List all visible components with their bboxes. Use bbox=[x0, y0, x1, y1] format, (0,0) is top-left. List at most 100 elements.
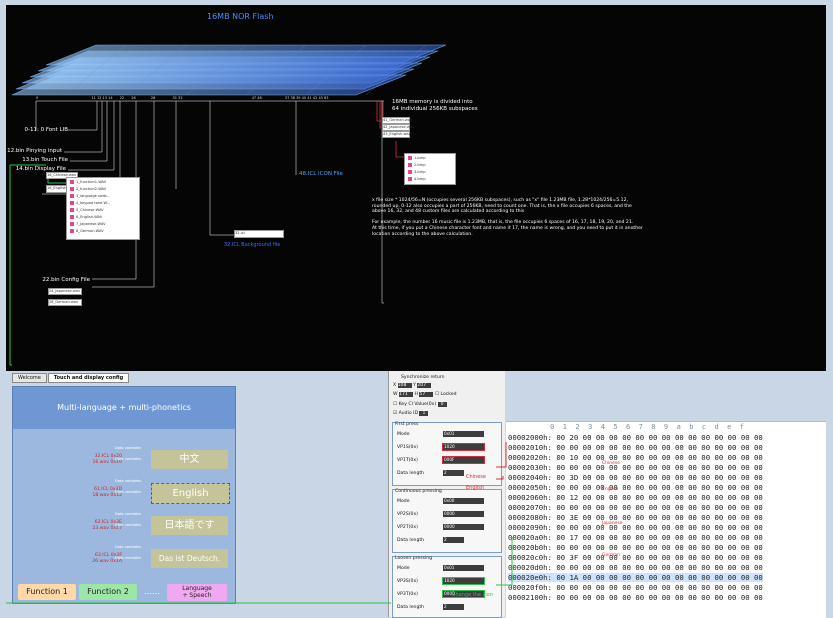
file-box-icl[interactable]: 32.icl bbox=[234, 230, 284, 238]
pos-row: X 108 Y 207 bbox=[393, 383, 432, 388]
phrase-chinese[interactable]: 中文 bbox=[151, 450, 228, 469]
explanation-text: x file size * 1024/56=N (occupies severa… bbox=[372, 198, 643, 237]
english-note: English bbox=[466, 485, 485, 491]
list-item[interactable]: 4.bmp bbox=[405, 175, 455, 182]
language-row: 63.ICL 0x3F 26.wav 0x1A Data variables Da… bbox=[13, 543, 235, 579]
file-box-german[interactable]: 28_German.wav bbox=[48, 299, 82, 306]
vp3s-input[interactable]: 1020 bbox=[442, 577, 485, 585]
hex-row[interactable]: 000020b0h: 00 00 00 00 00 00 00 00 00 00… bbox=[508, 543, 763, 552]
list-item[interactable]: 7_Japanese.WAV bbox=[67, 220, 139, 227]
row-codes: 61.ICL 0x3D 18.wav 0x12 bbox=[92, 487, 122, 498]
phrase-japanese[interactable]: 日本語です bbox=[151, 516, 228, 535]
flash-diagram: 16MB NOR Flash 0 11 12 13 14 22 26 28 31… bbox=[6, 5, 826, 371]
language-row: 61.ICL 0x3D 18.wav 0x12 Data variables Da… bbox=[13, 477, 235, 513]
function-bar: Function 1 Function 2 ...... Language + S… bbox=[18, 582, 228, 602]
mode-select[interactable]: 0x01 bbox=[443, 431, 484, 437]
list-item[interactable]: 2_function2.WAV bbox=[67, 185, 139, 192]
hex-row[interactable]: 00002060h: 00 12 00 00 00 00 00 00 00 00… bbox=[508, 493, 763, 502]
file-box-42[interactable]: 42_Japanese.wav bbox=[382, 124, 414, 131]
hex-editor[interactable]: 0 1 2 3 4 5 6 7 8 9 a b c d e f 00002000… bbox=[506, 421, 826, 618]
file-box-japanese[interactable]: 24_Japanese.wav bbox=[48, 288, 82, 295]
bmp-file-list: 1.bmp 2.bmp 3.bmp 4.bmp bbox=[404, 153, 456, 185]
division-note: 16MB memory is divided into 64 individua… bbox=[392, 99, 478, 112]
label-pinying: 12.bin Pinying input bbox=[7, 148, 62, 154]
list-item[interactable]: 3_language switc... bbox=[67, 192, 139, 199]
mode-select[interactable]: 0x01 bbox=[443, 565, 484, 571]
list-item[interactable]: 4_keypad tone.W... bbox=[67, 199, 139, 206]
hex-row[interactable]: 00002050h: 00 00 00 00 00 00 00 00 00 00… bbox=[508, 483, 763, 492]
hex-row[interactable]: 00002000h: 00 20 00 00 00 00 00 00 00 00… bbox=[508, 433, 763, 442]
audio-row[interactable]: ☑ Audio ID 1 bbox=[393, 411, 429, 416]
scale-labels: 0 11 12 13 14 22 26 28 31 32 47 48 37 38… bbox=[36, 96, 329, 100]
phrase-english[interactable]: English bbox=[151, 483, 230, 504]
hex-note-japanese: Japanese bbox=[602, 521, 623, 526]
vp2t-input[interactable]: 0000 bbox=[443, 524, 484, 530]
hex-row[interactable]: 000020f0h: 00 00 00 00 00 00 00 00 00 00… bbox=[508, 583, 763, 592]
canvas-banner: Multi-language + multi-phonetics bbox=[13, 387, 235, 429]
hex-row[interactable]: 00002080h: 00 3E 00 00 00 00 00 00 00 00… bbox=[508, 513, 763, 522]
function2-button[interactable]: Function 2 bbox=[79, 584, 137, 600]
data-length-3[interactable]: 2 bbox=[443, 604, 464, 610]
list-item[interactable]: 6_English.WAV bbox=[67, 213, 139, 220]
loosen-section: Loosen pressing Mode 0x01 VP3S(0x) 1020 … bbox=[392, 556, 502, 618]
label-background: 32.ICL Background file bbox=[224, 242, 281, 248]
wav-file-list: 1_function1.WAV 2_function2.WAV 3_langua… bbox=[66, 177, 140, 240]
continuous-section: Continuous pressing Mode 0x00 VP2S(0x) 0… bbox=[392, 489, 502, 553]
change-icon-note: Change the icon bbox=[452, 592, 493, 598]
hex-row[interactable]: 00002030h: 00 00 00 00 00 00 00 00 00 00… bbox=[508, 463, 763, 472]
design-canvas[interactable]: Multi-language + multi-phonetics 32.ICL … bbox=[12, 386, 236, 604]
key-row[interactable]: ☐ Key Cl Value(0x) 0 bbox=[393, 402, 447, 407]
vp2s-input[interactable]: 0000 bbox=[443, 511, 484, 517]
list-item[interactable]: 8_German.WAV bbox=[67, 227, 139, 234]
hex-row[interactable]: 000020a0h: 00 17 00 00 00 00 00 00 00 00… bbox=[508, 533, 763, 542]
mode-select[interactable]: 0x00 bbox=[443, 498, 484, 504]
hex-row-selected[interactable]: 000020e0h: 00 1A 00 00 00 00 00 00 00 00… bbox=[508, 573, 763, 582]
label-icl-icon: 48.ICL ICON File bbox=[299, 171, 343, 177]
list-item[interactable]: 1_function1.WAV bbox=[67, 178, 139, 185]
vp1t-input[interactable]: 000F bbox=[442, 456, 485, 464]
hex-note-german: German bbox=[602, 553, 621, 558]
list-item[interactable]: 5_Chinese.WAV bbox=[67, 206, 139, 213]
list-item[interactable]: 1.bmp bbox=[405, 154, 455, 161]
h-input[interactable]: 57 bbox=[419, 392, 434, 397]
list-item[interactable]: 3.bmp bbox=[405, 168, 455, 175]
hex-header: 0 1 2 3 4 5 6 7 8 9 a b c d e f bbox=[508, 423, 745, 431]
hex-row[interactable]: 000020c0h: 00 3F 00 00 00 00 00 00 00 00… bbox=[508, 553, 763, 562]
y-input[interactable]: 207 bbox=[417, 383, 432, 388]
tab-welcome[interactable]: Welcome bbox=[12, 373, 47, 383]
row-codes: 63.ICL 0x3F 26.wav 0x1A bbox=[92, 553, 122, 564]
label-config: 22.bin Config File bbox=[42, 277, 90, 283]
file-box-41[interactable]: 41_German.wav bbox=[382, 117, 412, 124]
hex-row[interactable]: 00002040h: 00 3D 00 00 00 00 00 00 00 00… bbox=[508, 473, 763, 482]
hex-row[interactable]: 00002100h: 00 00 00 00 00 00 00 00 00 00… bbox=[508, 593, 763, 602]
property-panel: Synchronize return X 108 Y 207 W 171 H 5… bbox=[388, 371, 505, 618]
hex-note-english: English bbox=[602, 487, 619, 492]
ellipsis-label: ...... bbox=[144, 587, 160, 596]
label-touch: 13.bin Touch File bbox=[22, 157, 68, 163]
tab-touch-display[interactable]: Touch and display config bbox=[47, 373, 130, 383]
list-item[interactable]: 2.bmp bbox=[405, 161, 455, 168]
chinese-note: Chinese bbox=[466, 474, 486, 480]
hex-row[interactable]: 00002020h: 00 10 00 00 00 00 00 00 00 00… bbox=[508, 453, 763, 462]
phrase-german[interactable]: Das ist Deutsch. bbox=[151, 549, 228, 568]
size-row: W 171 H 57 ☐ Locked bbox=[393, 392, 457, 397]
hex-row[interactable]: 000020d0h: 00 00 00 00 00 00 00 00 00 00… bbox=[508, 563, 763, 572]
data-length-1[interactable]: 2 bbox=[443, 470, 464, 476]
editor-area: Welcome Touch and display config Multi-l… bbox=[6, 371, 826, 618]
panel-title: Synchronize return bbox=[401, 375, 445, 380]
language-row: 32.ICL 0x20 16.wav 0x10 Data variables Da… bbox=[13, 444, 235, 480]
vp1s-input[interactable]: 1020 bbox=[442, 443, 485, 451]
language-speech-button[interactable]: Language + Speech bbox=[167, 583, 227, 601]
hex-row[interactable]: 00002010h: 00 00 00 00 00 00 00 00 00 00… bbox=[508, 443, 763, 452]
hex-row[interactable]: 00002090h: 00 00 00 00 00 00 00 00 00 00… bbox=[508, 523, 763, 532]
hex-note-chinese: Chinese bbox=[602, 461, 620, 466]
data-length-2[interactable]: 2 bbox=[443, 537, 464, 543]
function1-button[interactable]: Function 1 bbox=[18, 584, 76, 600]
language-row: 62.ICL 0x3E 23.wav 0x17 Data variables Da… bbox=[13, 510, 235, 546]
w-input[interactable]: 171 bbox=[399, 392, 414, 397]
file-box-43[interactable]: 43_English.wav bbox=[382, 131, 411, 138]
hex-row[interactable]: 00002070h: 00 00 00 00 00 00 00 00 00 00… bbox=[508, 503, 763, 512]
x-input[interactable]: 108 bbox=[397, 383, 412, 388]
locked-checkbox[interactable]: ☐ Locked bbox=[435, 392, 457, 397]
tab-bar: Welcome Touch and display config bbox=[12, 373, 130, 383]
